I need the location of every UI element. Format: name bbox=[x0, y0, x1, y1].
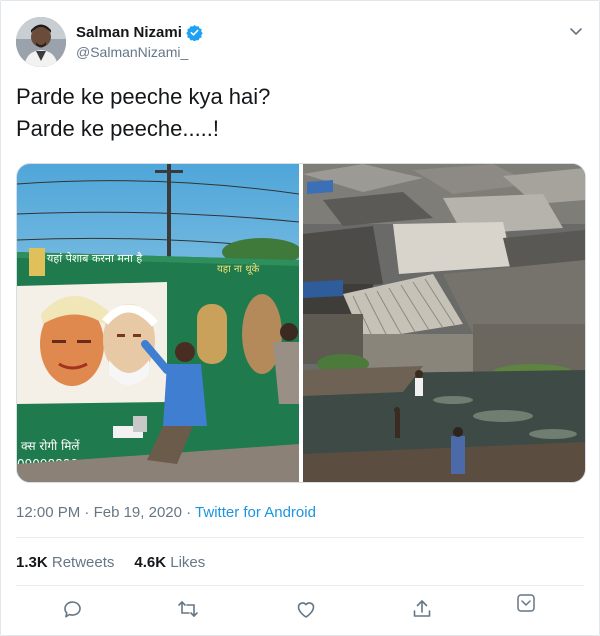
tweet-header: Salman Nizami @SalmanNizami_ bbox=[16, 17, 586, 69]
likes-count: 4.6K bbox=[134, 554, 167, 571]
meta-separator: · bbox=[84, 504, 90, 521]
slum-photo[interactable] bbox=[303, 164, 585, 482]
tweet-source-link[interactable]: Twitter for Android bbox=[195, 504, 316, 521]
wall-painting-photo[interactable]: यहां पेशाब करना मना है यहा ना थूके क्स र… bbox=[17, 164, 302, 482]
wall-text-2: यहा ना थूके bbox=[217, 263, 260, 275]
tweet-date[interactable]: Feb 19, 2020 bbox=[94, 504, 182, 521]
like-icon[interactable] bbox=[294, 597, 320, 623]
tweet-stats: 1.3K Retweets 4.6K Likes bbox=[16, 554, 205, 571]
retweets-count: 1.3K bbox=[16, 554, 48, 571]
moment-icon[interactable] bbox=[514, 591, 540, 617]
tweet-actions bbox=[16, 594, 586, 627]
avatar[interactable] bbox=[16, 17, 66, 67]
share-icon[interactable] bbox=[410, 597, 436, 623]
likes-label: Likes bbox=[170, 554, 206, 571]
wall-text-1: यहां पेशाब करना मना है bbox=[47, 252, 142, 265]
tweet-time[interactable]: 12:00 PM bbox=[16, 504, 80, 521]
retweets-label: Retweets bbox=[51, 554, 115, 571]
tweet-text: Parde ke peeche kya hai? Parde ke peeche… bbox=[16, 84, 271, 141]
retweet-icon[interactable] bbox=[176, 597, 202, 623]
media-grid: यहां पेशाब करना मना है यहा ना थूके क्स र… bbox=[16, 163, 586, 483]
retweets-stat[interactable]: 1.3K Retweets bbox=[16, 554, 114, 571]
tweet-meta: 12:00 PM · Feb 19, 2020 · Twitter for An… bbox=[16, 504, 316, 521]
user-handle[interactable]: @SalmanNizami_ bbox=[76, 44, 203, 60]
user-names: Salman Nizami @SalmanNizami_ bbox=[76, 24, 203, 60]
likes-stat[interactable]: 4.6K Likes bbox=[134, 554, 205, 571]
chevron-down-icon[interactable] bbox=[568, 23, 584, 39]
divider bbox=[16, 537, 584, 538]
tweet-card: Salman Nizami @SalmanNizami_ Parde ke pe… bbox=[0, 0, 600, 636]
verified-icon bbox=[186, 24, 203, 42]
display-name[interactable]: Salman Nizami bbox=[76, 24, 182, 41]
display-name-row: Salman Nizami bbox=[76, 24, 203, 42]
divider bbox=[16, 585, 584, 586]
meta-separator: · bbox=[186, 504, 192, 521]
reply-icon[interactable] bbox=[60, 597, 86, 623]
wall-text-3: क्स रोगी मिलें bbox=[21, 439, 80, 453]
